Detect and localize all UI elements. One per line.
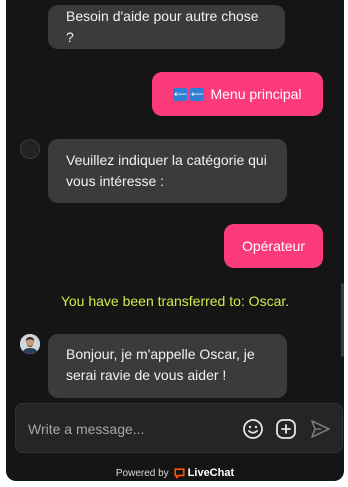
message-text-line: vous intéresse : xyxy=(66,173,165,189)
message-bubble: Veuillez indiquer la catégorie qui vous … xyxy=(48,139,287,203)
emoji-icon[interactable] xyxy=(242,418,264,440)
bot-avatar xyxy=(20,139,40,159)
livechat-brand: LiveChat xyxy=(174,467,234,479)
operator-button[interactable]: Opérateur xyxy=(224,224,323,268)
message-bubble: Bonjour, je m'appelle Oscar, je serai ra… xyxy=(48,334,287,398)
powered-by-text: Powered by xyxy=(115,467,169,479)
message-text-line: serai ravie de vous aider ! xyxy=(66,367,227,383)
message-feed[interactable]: Besoin d'aide pour autre chose ? ⟵ ⟵ Men… xyxy=(6,0,344,398)
back-arrow-icon: ⟵ ⟵ xyxy=(173,87,205,101)
attachment-plus-icon[interactable] xyxy=(275,418,297,440)
main-menu-label: Menu principal xyxy=(210,86,302,102)
powered-by-footer[interactable]: Powered by LiveChat xyxy=(6,465,344,481)
message-bubble: Besoin d'aide pour autre chose ? xyxy=(48,5,285,49)
livechat-logo-icon xyxy=(174,467,185,478)
back-flag-icon: ⟵ xyxy=(173,87,188,101)
agent-avatar xyxy=(20,334,40,354)
operator-label: Opérateur xyxy=(241,238,306,254)
livechat-brand-text: LiveChat xyxy=(187,467,235,479)
back-flag-icon: ⟵ xyxy=(190,87,205,101)
message-text-line: Bonjour, je m'appelle Oscar, je xyxy=(66,346,255,362)
scrollbar[interactable] xyxy=(341,283,344,357)
system-message: You have been transferred to: Oscar. xyxy=(60,293,290,309)
send-icon[interactable] xyxy=(309,418,331,440)
message-text: Besoin d'aide pour autre chose ? xyxy=(66,8,259,45)
chat-widget: Besoin d'aide pour autre chose ? ⟵ ⟵ Men… xyxy=(6,0,344,481)
message-input[interactable] xyxy=(26,416,235,442)
message-text-line: Veuillez indiquer la catégorie qui xyxy=(66,152,267,168)
message-composer xyxy=(15,403,343,453)
main-menu-button[interactable]: ⟵ ⟵ Menu principal xyxy=(152,72,323,116)
